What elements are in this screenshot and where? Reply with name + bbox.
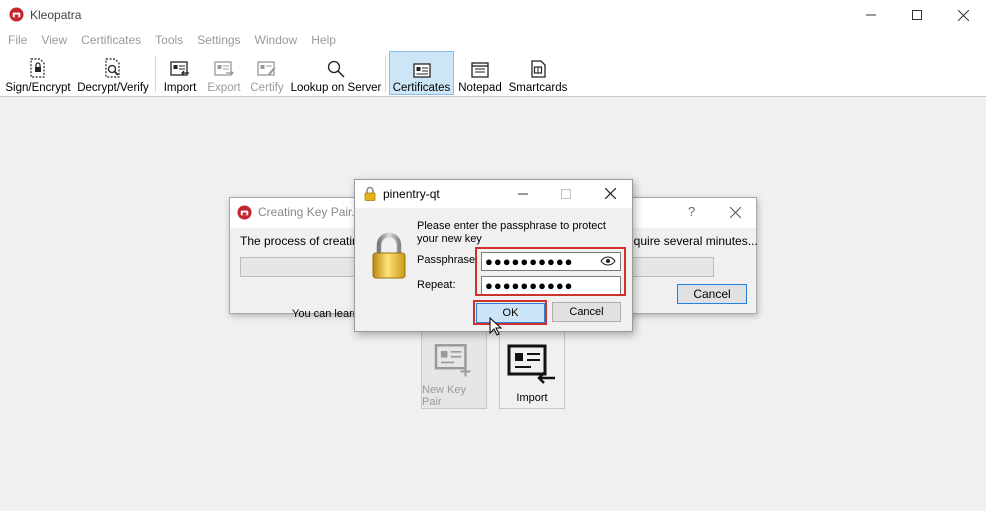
lookup-on-server-label: Lookup on Server	[290, 82, 382, 94]
search-icon	[327, 60, 345, 78]
new-key-pair-button[interactable]: New Key Pair	[421, 331, 487, 409]
maximize-icon	[561, 189, 571, 199]
pinentry-title: pinentry-qt	[383, 187, 440, 201]
menu-view[interactable]: View	[34, 30, 74, 50]
smartcards-button[interactable]: Smartcards	[507, 52, 569, 94]
window-title: Kleopatra	[30, 8, 82, 22]
repeat-label: Repeat:	[417, 279, 456, 291]
pinentry-dialog: pinentry-qt Please enter the passphrase …	[354, 179, 633, 332]
kleopatra-logo-icon	[237, 205, 252, 220]
import-button[interactable]: Import	[160, 52, 200, 94]
window-titlebar: Kleopatra	[0, 0, 986, 30]
pinentry-cancel-button[interactable]: Cancel	[552, 302, 621, 322]
creating-cancel-button[interactable]: Cancel	[677, 284, 747, 304]
sign-encrypt-icon	[30, 58, 45, 78]
lookup-on-server-button[interactable]: Lookup on Server	[291, 52, 381, 94]
import-certificate-icon	[507, 344, 555, 384]
export-button[interactable]: Export	[204, 52, 244, 94]
sign-encrypt-button[interactable]: Sign/Encrypt	[4, 52, 72, 94]
export-icon	[214, 61, 234, 76]
pinentry-description: Please enter the passphrase to protect y…	[417, 220, 606, 245]
progress-bar	[240, 257, 360, 277]
help-button[interactable]: ?	[688, 204, 695, 219]
menu-window[interactable]: Window	[248, 30, 305, 50]
lock-icon	[364, 186, 376, 201]
learn-text: You can learn	[292, 308, 359, 320]
maximize-icon	[912, 10, 922, 20]
maximize-button[interactable]	[894, 0, 940, 30]
menu-file[interactable]: File	[0, 30, 34, 50]
menubar: File View Certificates Tools Settings Wi…	[0, 30, 986, 50]
certificates-button[interactable]: Certificates	[389, 51, 454, 95]
notepad-label: Notepad	[458, 82, 502, 94]
certify-label: Certify	[250, 82, 284, 94]
new-key-pair-label: New Key Pair	[422, 384, 467, 408]
menu-settings[interactable]: Settings	[190, 30, 247, 50]
menu-help[interactable]: Help	[304, 30, 343, 50]
new-key-pair-icon	[434, 344, 471, 377]
import-big-button[interactable]: Import	[499, 331, 565, 409]
smartcards-label: Smartcards	[508, 82, 568, 94]
decrypt-verify-button[interactable]: Decrypt/Verify	[76, 52, 150, 94]
certify-button[interactable]: Certify	[247, 52, 287, 94]
progress-bar-right	[632, 257, 714, 277]
close-icon[interactable]	[605, 188, 616, 199]
sign-encrypt-label: Sign/Encrypt	[5, 82, 71, 94]
notepad-button[interactable]: Notepad	[456, 52, 504, 94]
close-icon	[957, 9, 969, 21]
close-button[interactable]	[940, 0, 986, 30]
minimize-button[interactable]	[848, 0, 894, 30]
close-icon[interactable]	[730, 207, 741, 218]
creating-dialog-message-continued: equire several minutes...	[627, 234, 758, 248]
kleopatra-logo-icon	[9, 7, 24, 22]
decrypt-verify-label: Decrypt/Verify	[77, 82, 149, 94]
toolbar-separator	[385, 56, 386, 92]
menu-certificates[interactable]: Certificates	[74, 30, 148, 50]
ok-highlight-box	[473, 300, 547, 325]
minimize-icon	[866, 14, 876, 16]
menu-tools[interactable]: Tools	[148, 30, 190, 50]
minimize-icon[interactable]	[518, 193, 528, 195]
import-icon	[170, 61, 189, 76]
toolbar: Sign/Encrypt Decrypt/Verify Import Expor…	[0, 50, 986, 97]
certify-icon	[257, 61, 276, 76]
export-label: Export	[207, 82, 241, 94]
notepad-icon	[471, 62, 489, 78]
creating-dialog-title: Creating Key Pair...	[258, 205, 362, 219]
fields-highlight-box	[475, 247, 626, 296]
certificates-label: Certificates	[392, 82, 451, 94]
padlock-icon	[372, 232, 406, 279]
mouse-cursor-icon	[489, 317, 503, 336]
decrypt-verify-icon	[105, 58, 120, 78]
smartcard-icon	[531, 60, 546, 78]
passphrase-label: Passphrase:	[417, 254, 479, 266]
pinentry-titlebar: pinentry-qt	[355, 180, 632, 208]
import-label: Import	[163, 82, 197, 94]
toolbar-separator	[155, 56, 156, 92]
import-big-label: Import	[516, 392, 548, 404]
certificates-icon	[412, 63, 431, 78]
